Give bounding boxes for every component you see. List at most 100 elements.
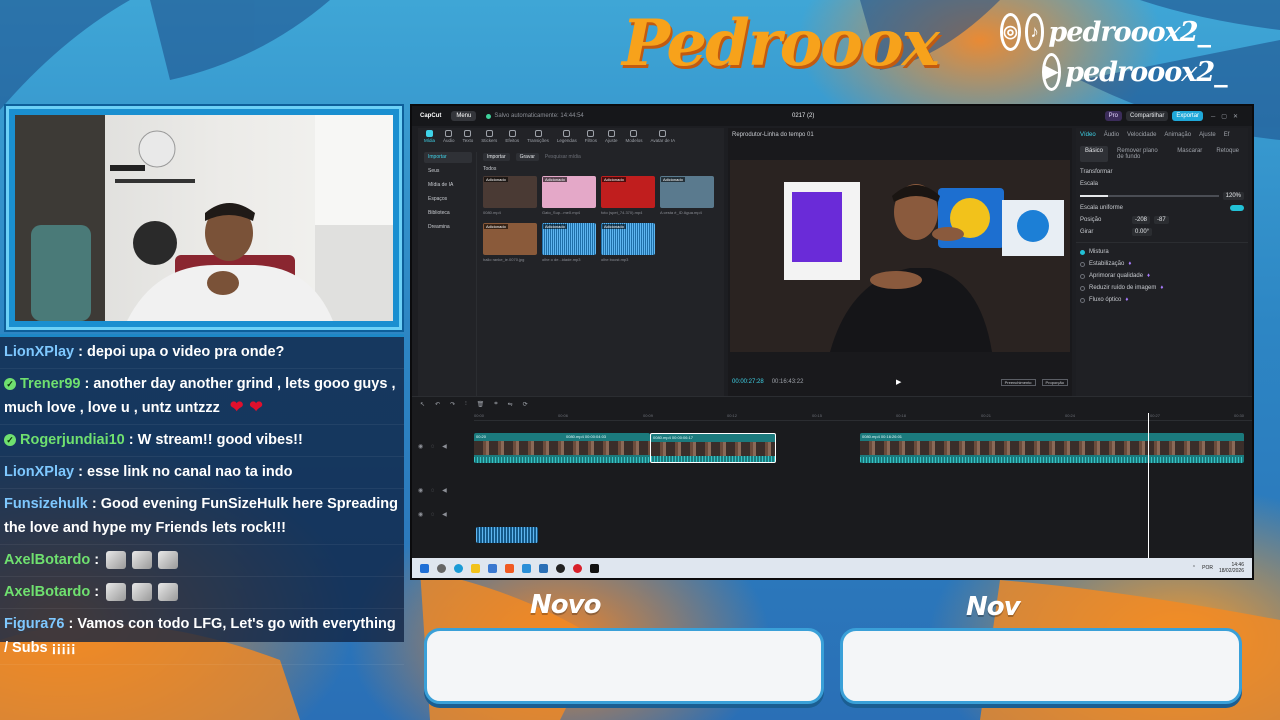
sidebar-item-library[interactable]: Biblioteca bbox=[424, 208, 472, 219]
audio-clip[interactable] bbox=[476, 527, 538, 543]
tab-audio[interactable]: Áudio bbox=[443, 130, 455, 146]
select-tool-icon[interactable]: ↖ bbox=[420, 401, 425, 408]
scale-value[interactable]: 120% bbox=[1222, 192, 1244, 200]
sidebar-item-ai-media[interactable]: Mídia de IA bbox=[424, 180, 472, 191]
timeline-clip[interactable]: 0080.mp4 00:00:04:03 bbox=[564, 433, 650, 463]
subtab-remove-bg[interactable]: Remover plano de fundo bbox=[1112, 146, 1168, 162]
menu-button[interactable]: Menu bbox=[451, 111, 477, 121]
tab-media[interactable]: Mídia bbox=[424, 130, 435, 146]
tab-stickers[interactable]: Stickers bbox=[481, 130, 497, 146]
ruler-tick: 00:00 bbox=[474, 413, 485, 418]
enhance-checkbox[interactable] bbox=[1080, 273, 1085, 279]
rotate-row: Girar 0.00° bbox=[1076, 226, 1248, 238]
tab-captions[interactable]: Legendas bbox=[557, 130, 577, 146]
opera-icon[interactable] bbox=[573, 563, 582, 573]
empty-track: ◉ ◌ ◀ bbox=[412, 501, 1252, 531]
tab-effects[interactable]: Efeitos bbox=[505, 130, 519, 146]
tab-ai-avatar[interactable]: Avatar de IA bbox=[650, 130, 675, 146]
export-button[interactable]: Exportar bbox=[1172, 111, 1204, 121]
tab-effects[interactable]: Ef bbox=[1224, 132, 1230, 138]
tray-chevron-icon[interactable]: ⌃ bbox=[1192, 565, 1196, 571]
mirror-icon[interactable]: ⇋ bbox=[508, 401, 513, 408]
ratio-button[interactable]: Proporção bbox=[1041, 378, 1068, 386]
tab-text[interactable]: Texto bbox=[463, 130, 473, 146]
delete-icon[interactable]: 🗑 bbox=[477, 401, 485, 408]
import-button[interactable]: Importar bbox=[483, 153, 510, 161]
subtab-retouch[interactable]: Retoque bbox=[1211, 146, 1244, 162]
uniform-scale-toggle[interactable] bbox=[1230, 205, 1244, 211]
subtab-basic[interactable]: Básico bbox=[1080, 146, 1109, 162]
store-icon[interactable] bbox=[522, 563, 531, 573]
taskbar-clock[interactable]: 14:46 18/02/2026 bbox=[1219, 562, 1244, 574]
redo-icon[interactable]: ↷ bbox=[450, 401, 455, 408]
tab-animation[interactable]: Animação bbox=[1164, 132, 1191, 138]
sidebar-item-dreamina[interactable]: Dreamina bbox=[424, 222, 472, 233]
emote-icon bbox=[106, 551, 127, 570]
folder-icon[interactable] bbox=[471, 563, 480, 573]
added-badge: Adicionado bbox=[484, 177, 508, 182]
capcut-icon[interactable] bbox=[590, 563, 599, 573]
sidebar-item-yours[interactable]: Seus bbox=[424, 166, 472, 177]
media-browser: Importar Gravar Pesquisar mídia Todos Ad… bbox=[476, 152, 720, 396]
rotate-icon[interactable]: ⟳ bbox=[523, 401, 528, 408]
media-thumb[interactable]: Adicionado Gato_Sup...me0.mp4 bbox=[542, 176, 596, 218]
stabilize-checkbox[interactable] bbox=[1080, 261, 1085, 267]
windows-start-icon[interactable] bbox=[420, 563, 429, 573]
position-y-input[interactable]: -87 bbox=[1154, 216, 1169, 224]
tab-video[interactable]: Vídeo bbox=[1080, 132, 1096, 138]
media-thumb[interactable]: Adicionado olhe boost.mp3 bbox=[601, 223, 655, 265]
track-controls[interactable]: ◉ ◌ ◀ bbox=[418, 511, 450, 518]
play-icon[interactable]: ▶ bbox=[896, 378, 901, 386]
scale-slider[interactable] bbox=[1080, 195, 1219, 197]
optical-flow-checkbox[interactable] bbox=[1080, 297, 1085, 303]
calendar-icon[interactable] bbox=[488, 563, 497, 573]
record-button[interactable]: Gravar bbox=[515, 153, 539, 161]
sidebar-item-import[interactable]: Importar bbox=[424, 152, 472, 163]
webcam-feed bbox=[15, 115, 393, 321]
tab-speed[interactable]: Velocidade bbox=[1127, 132, 1156, 138]
language-indicator[interactable]: POR bbox=[1202, 565, 1213, 571]
app-icon[interactable] bbox=[539, 563, 548, 573]
undo-icon[interactable]: ↶ bbox=[435, 401, 440, 408]
tab-filters[interactable]: Filtros bbox=[585, 130, 597, 146]
tab-adjust[interactable]: Ajuste bbox=[1199, 132, 1216, 138]
sidebar-item-spaces[interactable]: Espaços bbox=[424, 194, 472, 205]
media-thumb[interactable]: Adicionado A cesta é_ID Agua.mp4 bbox=[660, 176, 714, 218]
split-icon[interactable]: ⫶ bbox=[465, 401, 467, 408]
timeline-clip[interactable]: 0080.mp4 00:16:26:01 bbox=[860, 433, 1244, 463]
subtab-mask[interactable]: Mascarar bbox=[1172, 146, 1207, 162]
titlebar-actions: Pro Compartilhar Exportar ─▢✕ bbox=[1104, 111, 1244, 121]
media-thumb[interactable]: Adicionado 0080.mp4 bbox=[483, 176, 537, 218]
track-controls[interactable]: ◉ ◌ ◀ bbox=[418, 443, 450, 450]
tab-audio[interactable]: Áudio bbox=[1104, 132, 1119, 138]
tab-templates[interactable]: Modelos bbox=[625, 130, 642, 146]
crop-icon[interactable]: ⌗ bbox=[494, 401, 497, 408]
media-filter-all[interactable]: Todos bbox=[483, 166, 720, 172]
tab-transitions[interactable]: Transições bbox=[527, 130, 549, 146]
media-thumb[interactable]: Adicionado olhe o de...idade.mp3 bbox=[542, 223, 596, 265]
media-thumb[interactable]: Adicionado hallo ranke_ie.0070.jpg bbox=[483, 223, 537, 265]
rotate-input[interactable]: 0.00° bbox=[1132, 228, 1153, 236]
media-thumb[interactable]: Adicionado foto (spet_74.370).mp4 bbox=[601, 176, 655, 218]
blend-checkbox[interactable] bbox=[1080, 249, 1085, 255]
chat-message: LionXPlay : depoi upa o video pra onde? bbox=[0, 337, 404, 369]
player-screen[interactable] bbox=[730, 160, 1070, 352]
edge-icon[interactable] bbox=[454, 563, 463, 573]
share-button[interactable]: Compartilhar bbox=[1126, 111, 1169, 121]
obs-icon[interactable] bbox=[556, 563, 565, 573]
playhead[interactable] bbox=[1148, 413, 1149, 563]
window-controls[interactable]: ─▢✕ bbox=[1211, 113, 1244, 120]
track-controls[interactable]: ◉ ◌ ◀ bbox=[418, 487, 450, 494]
timeline-clip-selected[interactable]: 0080.mp4 00:00:06:17 bbox=[650, 433, 776, 463]
denoise-checkbox[interactable] bbox=[1080, 285, 1085, 291]
thumb-name: A cesta é_ID Agua.mp4 bbox=[660, 210, 702, 215]
position-x-input[interactable]: -208 bbox=[1132, 216, 1151, 224]
pro-button[interactable]: Pro bbox=[1104, 111, 1122, 121]
media-search-input[interactable]: Pesquisar mídia bbox=[545, 154, 581, 160]
ruler-tick: 00:21 bbox=[981, 413, 992, 418]
tab-adjust[interactable]: Ajuste bbox=[605, 130, 617, 146]
thumb-name: olhe boost.mp3 bbox=[601, 257, 629, 262]
fill-button[interactable]: Preenchimento bbox=[1000, 378, 1036, 386]
brave-icon[interactable] bbox=[505, 563, 514, 573]
search-icon[interactable] bbox=[437, 563, 446, 573]
